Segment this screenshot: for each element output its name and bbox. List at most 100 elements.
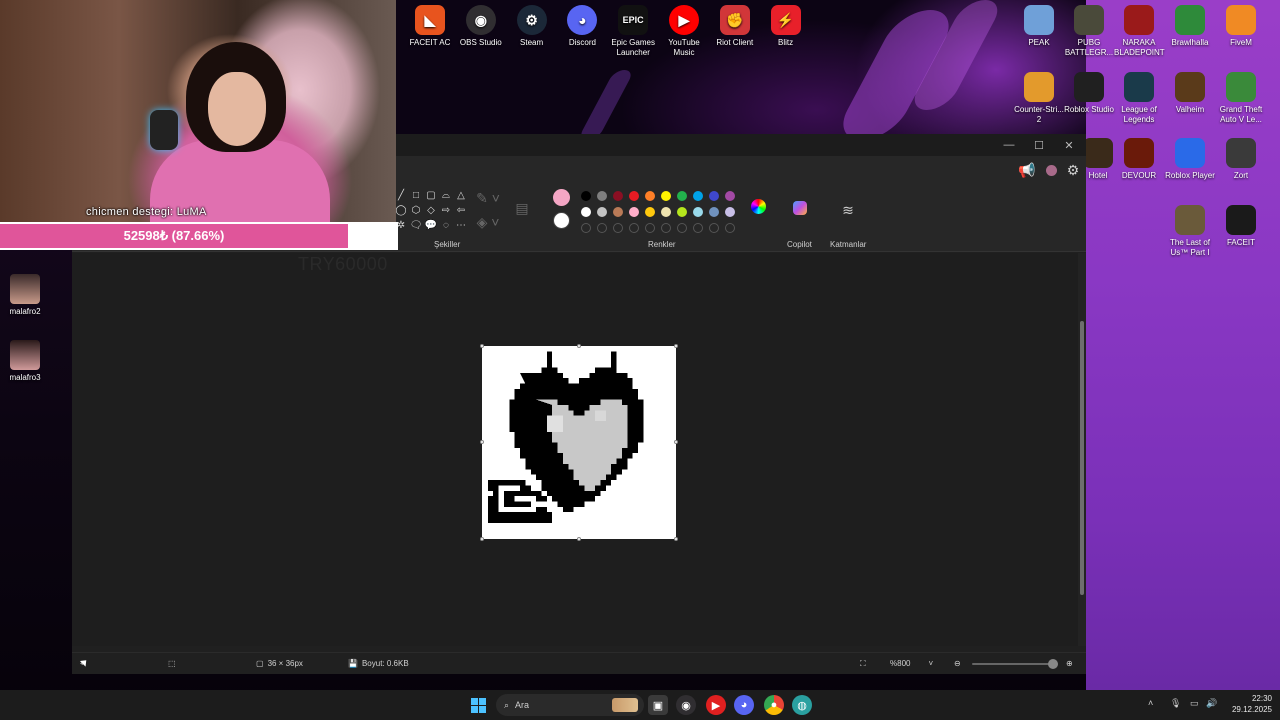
- desktop-app-devour[interactable]: DEVOUR: [1114, 138, 1164, 181]
- custom-color-slot[interactable]: [709, 223, 719, 233]
- arrow-right-shape-icon[interactable]: ⇨: [439, 203, 453, 217]
- zoom-in-icon[interactable]: ⊕: [1066, 659, 1073, 668]
- resize-handle-tr[interactable]: [674, 344, 678, 348]
- resize-handle-tl[interactable]: [480, 344, 484, 348]
- line-shape-icon[interactable]: ╱: [394, 188, 408, 202]
- palette-swatch[interactable]: [661, 207, 671, 217]
- custom-color-slot[interactable]: [597, 223, 607, 233]
- fit-to-window-icon[interactable]: ⛶: [860, 659, 866, 669]
- custom-color-slot[interactable]: [725, 223, 735, 233]
- outline-tool-icon[interactable]: ✎ ˅: [476, 190, 500, 206]
- zoom-select[interactable]: %800 ˅: [890, 659, 940, 668]
- palette-swatch[interactable]: [709, 191, 719, 201]
- desktop-app-obs[interactable]: ◉ OBS Studio: [456, 5, 506, 48]
- palette-swatch[interactable]: [581, 207, 591, 217]
- palette-swatch[interactable]: [581, 191, 591, 201]
- globe-taskbar-icon[interactable]: ◍: [792, 695, 812, 715]
- callout-rect-shape-icon[interactable]: 🗨: [409, 218, 423, 232]
- copilot-icon[interactable]: [790, 198, 810, 218]
- close-button[interactable]: ✕: [1054, 136, 1084, 154]
- desktop-app-discord[interactable]: ◕ Discord: [557, 5, 607, 48]
- palette-swatch[interactable]: [597, 207, 607, 217]
- palette-swatch[interactable]: [693, 191, 703, 201]
- desktop-app-youtube-music[interactable]: ▶ YouTube Music: [659, 5, 709, 58]
- zoom-slider-thumb[interactable]: [1048, 659, 1058, 669]
- youtube-music-taskbar-icon[interactable]: ▶: [706, 695, 726, 715]
- profile-icon[interactable]: [1042, 161, 1060, 179]
- desktop-app-epic[interactable]: EPIC Epic Games Launcher: [608, 5, 658, 58]
- speaker-icon[interactable]: 🔊: [1206, 698, 1217, 709]
- custom-color-slot[interactable]: [661, 223, 671, 233]
- desktop-app-tlou[interactable]: The Last of Us™ Part I: [1165, 205, 1215, 258]
- arrow-left-shape-icon[interactable]: ⇦: [454, 203, 468, 217]
- color-picker-wheel-icon[interactable]: [748, 196, 768, 216]
- palette-swatch[interactable]: [725, 207, 735, 217]
- palette-swatch[interactable]: [709, 207, 719, 217]
- resize-handle-bm[interactable]: [577, 537, 581, 541]
- canvas-image-devil-heart[interactable]: [482, 346, 676, 539]
- obs-taskbar-icon[interactable]: ◉: [676, 695, 696, 715]
- settings-gear-icon[interactable]: ⚙: [1064, 161, 1082, 179]
- palette-swatch[interactable]: [677, 191, 687, 201]
- zoom-out-icon[interactable]: ⊖: [954, 659, 961, 668]
- palette-swatch[interactable]: [597, 191, 607, 201]
- desktop-app-blitz[interactable]: ⚡ Blitz: [761, 5, 811, 48]
- palette-swatch[interactable]: [645, 207, 655, 217]
- diamond-shape-icon[interactable]: ◇: [424, 203, 438, 217]
- secondary-color-swatch[interactable]: [553, 212, 570, 229]
- callout-cloud-shape-icon[interactable]: ◌: [439, 218, 453, 232]
- desktop-app-roblox-player[interactable]: Roblox Player: [1165, 138, 1215, 181]
- palette-swatch[interactable]: [661, 191, 671, 201]
- desktop-app-zort[interactable]: Zort: [1216, 138, 1266, 181]
- custom-color-slot[interactable]: [629, 223, 639, 233]
- megaphone-icon[interactable]: 📢: [1018, 161, 1036, 179]
- chevron-up-icon[interactable]: ˄: [1148, 698, 1153, 708]
- custom-color-slot[interactable]: [613, 223, 623, 233]
- rounded-rect-shape-icon[interactable]: ▢: [424, 188, 438, 202]
- layers-icon[interactable]: ≋: [838, 200, 858, 220]
- desktop-app-valheim[interactable]: Valheim: [1165, 72, 1215, 115]
- palette-swatch[interactable]: [629, 207, 639, 217]
- desktop-app-cs2[interactable]: Counter-Stri... 2: [1014, 72, 1064, 125]
- custom-color-slot[interactable]: [693, 223, 703, 233]
- palette-swatch[interactable]: [725, 191, 735, 201]
- palette-swatch[interactable]: [677, 207, 687, 217]
- desktop-app-lol[interactable]: League of Legends: [1114, 72, 1164, 125]
- palette-swatch[interactable]: [613, 207, 623, 217]
- desktop-item-malafro2[interactable]: malafro2: [0, 274, 50, 317]
- custom-color-slot[interactable]: [677, 223, 687, 233]
- resize-handle-ml[interactable]: [480, 440, 484, 444]
- rectangle-shape-icon[interactable]: □: [409, 188, 423, 202]
- more-shapes-icon[interactable]: ⋯: [454, 218, 468, 232]
- custom-color-slot[interactable]: [581, 223, 591, 233]
- desktop-app-naraka[interactable]: NARAKA BLADEPOINT: [1114, 5, 1165, 58]
- scrollbar-thumb[interactable]: [1080, 321, 1084, 595]
- desktop-app-faceit[interactable]: FACEIT: [1216, 205, 1266, 248]
- palette-swatch[interactable]: [693, 207, 703, 217]
- maximize-button[interactable]: ☐: [1024, 136, 1054, 154]
- resize-handle-tm[interactable]: [577, 344, 581, 348]
- resize-handle-mr[interactable]: [674, 440, 678, 444]
- task-view-icon[interactable]: ▣: [648, 695, 668, 715]
- fill-tool-icon[interactable]: ◈ ˅: [476, 214, 500, 230]
- polygon-shape-icon[interactable]: ⌓: [439, 188, 453, 202]
- resize-handle-br[interactable]: [674, 537, 678, 541]
- triangle-shape-icon[interactable]: △: [454, 188, 468, 202]
- palette-swatch[interactable]: [645, 191, 655, 201]
- palette-swatch[interactable]: [629, 191, 639, 201]
- start-windows-icon[interactable]: [468, 695, 488, 715]
- microphone-icon[interactable]: 🎙: [1170, 698, 1181, 709]
- shape-style-icon[interactable]: ▤: [512, 198, 532, 218]
- desktop-app-gta[interactable]: Grand Theft Auto V Le...: [1216, 72, 1266, 125]
- resize-handle-bl[interactable]: [480, 537, 484, 541]
- discord-taskbar-icon[interactable]: ◕: [734, 695, 754, 715]
- oval-shape-icon[interactable]: ◯: [394, 203, 408, 217]
- custom-color-slot[interactable]: [645, 223, 655, 233]
- desktop-app-pubg[interactable]: PUBG BATTLEGR...: [1064, 5, 1114, 58]
- desktop-app-roblox-studio[interactable]: Roblox Studio: [1064, 72, 1114, 115]
- callout-round-shape-icon[interactable]: 💬: [424, 218, 438, 232]
- palette-swatch[interactable]: [613, 191, 623, 201]
- minimize-button[interactable]: —: [994, 136, 1024, 154]
- zoom-slider[interactable]: [972, 659, 1058, 669]
- monitor-icon[interactable]: ▭: [1190, 698, 1199, 709]
